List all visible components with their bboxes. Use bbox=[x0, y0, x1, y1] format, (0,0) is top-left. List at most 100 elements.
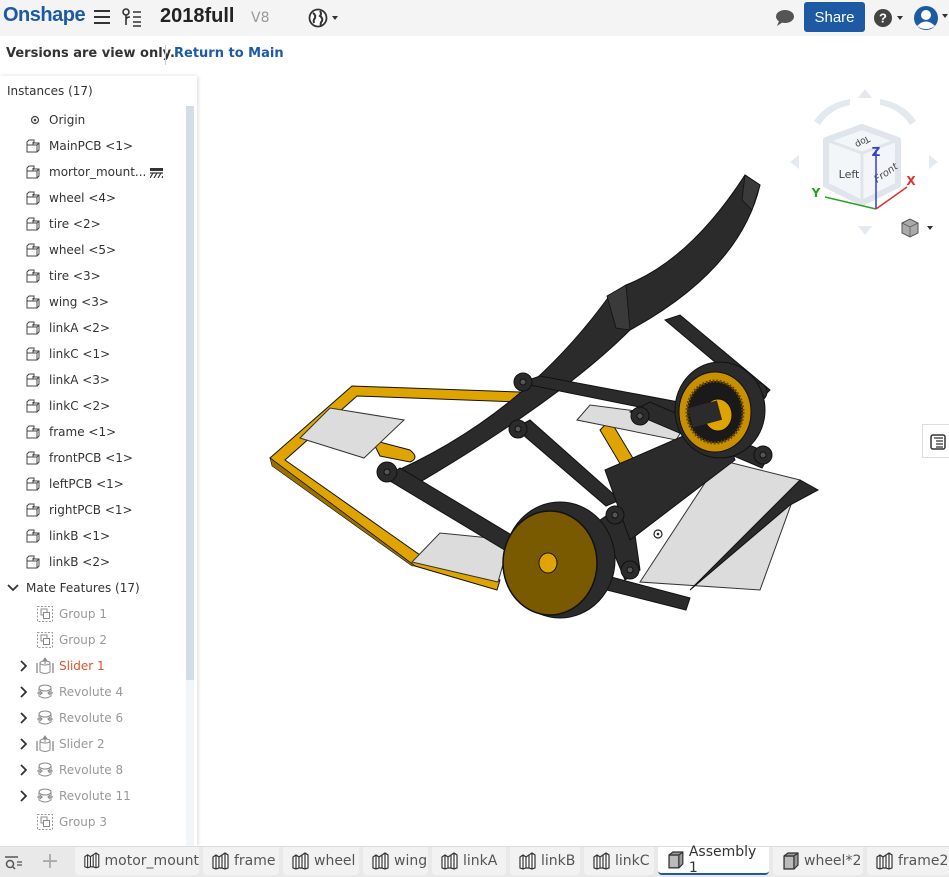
cube-left-face[interactable]: Left bbox=[839, 168, 860, 181]
top-bar: Onshape 2018full V8 Share ? bbox=[0, 0, 949, 36]
add-tab-button[interactable]: + bbox=[40, 851, 60, 873]
help-icon[interactable]: ? bbox=[873, 8, 907, 28]
onshape-logo[interactable]: Onshape bbox=[3, 4, 86, 27]
slider-mate-icon bbox=[36, 657, 54, 675]
part-instance-icon bbox=[26, 165, 40, 179]
mate-connector-panel-toggle[interactable] bbox=[922, 424, 949, 458]
mate-feature-revolute[interactable]: Revolute 11 bbox=[0, 783, 184, 809]
tree-item-origin[interactable]: Origin bbox=[0, 107, 184, 133]
group-mate-icon bbox=[36, 813, 54, 831]
tree-item-instance[interactable]: rightPCB <1> bbox=[0, 497, 184, 523]
rotate-down-arrow bbox=[858, 226, 872, 235]
revolute-mate-icon bbox=[36, 709, 54, 727]
tab-label: wheel*2 bbox=[804, 853, 862, 869]
tree-item-instance[interactable]: linkC <1> bbox=[0, 341, 184, 367]
tab-linkb[interactable]: linkB bbox=[510, 847, 580, 875]
front-wheel[interactable] bbox=[502, 501, 616, 619]
mate-feature-group[interactable]: Group 3 bbox=[0, 809, 184, 835]
rear-wheel[interactable] bbox=[674, 361, 766, 459]
globe-icon[interactable] bbox=[308, 7, 340, 29]
tab-wheel[interactable]: wheel bbox=[283, 847, 359, 875]
version-bar: Versions are view only. Return to Main bbox=[0, 36, 949, 74]
scrollbar-thumb[interactable] bbox=[186, 106, 194, 680]
part-instance-icon bbox=[26, 451, 40, 465]
user-icon[interactable] bbox=[913, 5, 949, 31]
mate-feature-group[interactable]: Group 2 bbox=[0, 627, 184, 653]
tree-item-instance[interactable]: frame <1> bbox=[0, 419, 184, 445]
tree-item-instance[interactable]: tire <2> bbox=[0, 211, 184, 237]
comment-icon[interactable] bbox=[775, 9, 795, 27]
view-options-dropdown[interactable] bbox=[901, 218, 933, 238]
return-to-main-link[interactable]: Return to Main bbox=[174, 46, 284, 61]
tree-item-instance[interactable]: MainPCB <1> bbox=[0, 133, 184, 159]
chevron-right-icon[interactable] bbox=[19, 660, 27, 672]
tab-wheel-2[interactable]: wheel*2 bbox=[773, 847, 863, 875]
mate-feature-revolute[interactable]: Revolute 6 bbox=[0, 705, 184, 731]
mate-feature-slider[interactable]: Slider 1 bbox=[0, 653, 184, 679]
revolute-mate-icon bbox=[36, 683, 54, 701]
share-button[interactable]: Share bbox=[804, 2, 865, 32]
tree-item-instance[interactable]: frontPCB <1> bbox=[0, 445, 184, 471]
tree-item-instance[interactable]: linkA <2> bbox=[0, 315, 184, 341]
tab-label: frame2 bbox=[898, 853, 949, 869]
part-instance-icon bbox=[26, 529, 40, 543]
rotate-ccw-arrow bbox=[814, 99, 850, 125]
mate-feature-group[interactable]: Group 1 bbox=[0, 601, 184, 627]
tree-item-instance[interactable]: linkA <3> bbox=[0, 367, 184, 393]
chevron-right-icon[interactable] bbox=[19, 790, 27, 802]
tab-bar: + motor_mount frame wheel wing linkA linkB lin… bbox=[0, 844, 949, 877]
instance-list-panel: Instances (17) Origin MainPCB <1> mortor_m… bbox=[0, 76, 197, 846]
tab-search-icon[interactable] bbox=[5, 856, 23, 870]
tree-item-instance[interactable]: mortor_mount... bbox=[0, 159, 184, 185]
hamburger-menu-icon[interactable] bbox=[94, 10, 110, 24]
rotate-right-arrow bbox=[929, 155, 938, 169]
version-label: V8 bbox=[251, 10, 270, 26]
mate-feature-revolute[interactable]: Revolute 8 bbox=[0, 757, 184, 783]
tree-item-instance[interactable]: leftPCB <1> bbox=[0, 471, 184, 497]
rotate-left-arrow bbox=[790, 155, 799, 169]
assembly-icon bbox=[666, 851, 686, 869]
svg-text:?: ? bbox=[879, 11, 887, 26]
view-cube[interactable]: Top Left Front Z Y X bbox=[780, 85, 945, 245]
tree-item-instance[interactable]: linkC <2> bbox=[0, 393, 184, 419]
rotate-cw-arrow bbox=[880, 99, 916, 125]
mate-features-section[interactable]: Mate Features (17) bbox=[0, 575, 184, 601]
chevron-right-icon[interactable] bbox=[19, 764, 27, 776]
tree-item-instance[interactable]: wheel <4> bbox=[0, 185, 184, 211]
chevron-right-icon[interactable] bbox=[19, 738, 27, 750]
y-axis-label: Y bbox=[811, 186, 821, 200]
tab-assembly-1[interactable]: Assembly 1 bbox=[658, 844, 769, 876]
tree-item-label: tire <2> bbox=[49, 217, 101, 231]
tree-item-label: frontPCB <1> bbox=[49, 451, 133, 465]
part-instance-icon bbox=[26, 139, 40, 153]
tree-item-label: Revolute 4 bbox=[59, 685, 124, 699]
tab-motor-mount[interactable]: motor_mount bbox=[75, 847, 199, 875]
part-studio-icon bbox=[518, 852, 538, 870]
part-instance-icon bbox=[26, 503, 40, 517]
tab-wing[interactable]: wing bbox=[363, 847, 428, 875]
part-studio-icon bbox=[371, 852, 391, 870]
divider bbox=[165, 45, 166, 65]
tree-item-instance[interactable]: wing <3> bbox=[0, 289, 184, 315]
tree-item-label: frame <1> bbox=[49, 425, 117, 439]
chevron-right-icon[interactable] bbox=[19, 712, 27, 724]
tab-linka[interactable]: linkA bbox=[432, 847, 506, 875]
tree-item-instance[interactable]: linkB <1> bbox=[0, 523, 184, 549]
tree-item-instance[interactable]: linkB <2> bbox=[0, 549, 184, 575]
mate-feature-slider[interactable]: Slider 2 bbox=[0, 731, 184, 757]
mate-feature-revolute[interactable]: Revolute 4 bbox=[0, 679, 184, 705]
group-mate-icon bbox=[36, 605, 54, 623]
tree-item-label: wing <3> bbox=[49, 295, 109, 309]
version-graph-icon[interactable] bbox=[121, 7, 143, 29]
version-message: Versions are view only. bbox=[6, 46, 175, 61]
tab-linkc[interactable]: linkC bbox=[584, 847, 654, 875]
tab-label: wheel bbox=[314, 853, 356, 869]
tree-item-instance[interactable]: tire <3> bbox=[0, 263, 184, 289]
tree-item-label: Revolute 11 bbox=[59, 789, 131, 803]
chevron-down-icon[interactable] bbox=[7, 583, 19, 593]
tree-item-label: linkC <2> bbox=[49, 399, 111, 413]
chevron-right-icon[interactable] bbox=[19, 686, 27, 698]
tab-frame[interactable]: frame bbox=[203, 847, 279, 875]
tree-item-instance[interactable]: wheel <5> bbox=[0, 237, 184, 263]
tab-frame2[interactable]: frame2 bbox=[867, 847, 949, 875]
